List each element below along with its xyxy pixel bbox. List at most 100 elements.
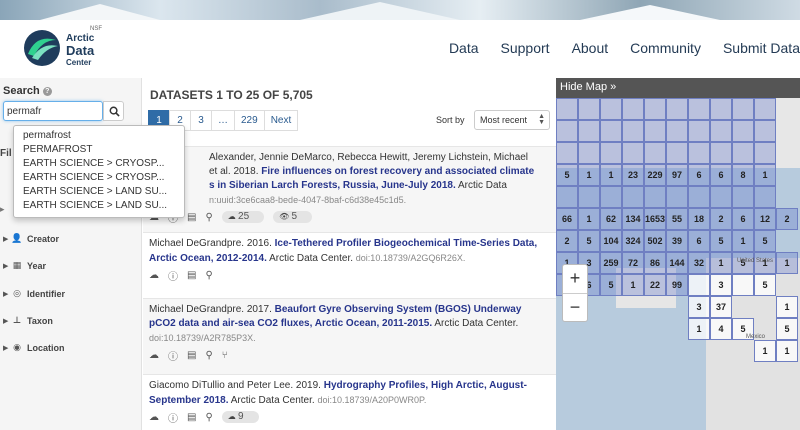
- grid-cell[interactable]: 1: [710, 252, 732, 274]
- grid-cell[interactable]: 3: [688, 296, 710, 318]
- grid-cell[interactable]: 12: [754, 208, 776, 230]
- page-3[interactable]: 3: [190, 110, 212, 131]
- grid-cell[interactable]: 104: [600, 230, 622, 252]
- document-icon[interactable]: ▤: [187, 350, 196, 361]
- result-title-cont[interactable]: s in Siberian Larch Forests, Russia, Jun…: [209, 180, 456, 191]
- grid-cell[interactable]: [732, 120, 754, 142]
- autocomplete-item[interactable]: EARTH SCIENCE > LAND SU...: [14, 199, 184, 213]
- grid-cell[interactable]: [688, 120, 710, 142]
- map-panel[interactable]: Hide Map » 5 1 1 23 229 97 6 6 8 1 66 1 62 134 1653 55 1…: [556, 78, 800, 430]
- page-last[interactable]: 229: [234, 110, 265, 131]
- grid-cell[interactable]: 1653: [644, 208, 666, 230]
- filter-identifier[interactable]: ▶ ◎ Identifier: [3, 288, 65, 299]
- info-icon[interactable]: ⓘ: [168, 268, 178, 283]
- grid-cell[interactable]: [600, 98, 622, 120]
- search-button[interactable]: [103, 101, 124, 121]
- autocomplete-item[interactable]: PERMAFROST: [14, 143, 184, 157]
- nav-community[interactable]: Community: [630, 40, 701, 56]
- grid-cell[interactable]: [556, 186, 578, 208]
- grid-cell[interactable]: [688, 274, 710, 296]
- filter-creator[interactable]: ▶ 👤 Creator: [3, 233, 59, 244]
- filter-year[interactable]: ▶ ▦ Year: [3, 260, 46, 271]
- map-marker-icon[interactable]: ⚲: [205, 212, 212, 223]
- grid-cell[interactable]: [754, 186, 776, 208]
- grid-cell[interactable]: 66: [556, 208, 578, 230]
- document-icon[interactable]: ▤: [187, 412, 196, 423]
- grid-cell[interactable]: [600, 120, 622, 142]
- grid-cell[interactable]: [732, 98, 754, 120]
- grid-cell[interactable]: 1: [622, 274, 644, 296]
- help-icon[interactable]: ?: [42, 87, 52, 96]
- grid-cell[interactable]: [732, 186, 754, 208]
- autocomplete-item[interactable]: EARTH SCIENCE > CRYOSP...: [14, 171, 184, 185]
- grid-cell[interactable]: [710, 120, 732, 142]
- grid-cell[interactable]: 1: [754, 164, 776, 186]
- grid-cell[interactable]: 6: [710, 164, 732, 186]
- grid-cell[interactable]: [754, 98, 776, 120]
- grid-cell[interactable]: 5: [754, 230, 776, 252]
- hide-map-toggle[interactable]: Hide Map »: [556, 78, 800, 98]
- grid-cell[interactable]: 72: [622, 252, 644, 274]
- grid-cell[interactable]: [578, 186, 600, 208]
- grid-cell[interactable]: [754, 142, 776, 164]
- grid-cell[interactable]: 1: [688, 318, 710, 340]
- download-icon[interactable]: ☁: [149, 412, 159, 423]
- grid-cell[interactable]: 324: [622, 230, 644, 252]
- map-marker-icon[interactable]: ⚲: [205, 270, 212, 281]
- grid-cell[interactable]: [688, 98, 710, 120]
- page-next[interactable]: Next: [263, 110, 299, 131]
- grid-cell[interactable]: [710, 98, 732, 120]
- grid-cell[interactable]: [688, 142, 710, 164]
- grid-cell[interactable]: 1: [776, 252, 798, 274]
- grid-cell[interactable]: 5: [776, 318, 798, 340]
- grid-cell[interactable]: [556, 98, 578, 120]
- grid-cell[interactable]: 23: [622, 164, 644, 186]
- grid-cell[interactable]: [556, 142, 578, 164]
- grid-cell[interactable]: [622, 142, 644, 164]
- grid-cell[interactable]: 6: [732, 208, 754, 230]
- grid-cell[interactable]: [600, 186, 622, 208]
- grid-cell[interactable]: [578, 120, 600, 142]
- grid-cell[interactable]: [666, 98, 688, 120]
- grid-cell[interactable]: 259: [600, 252, 622, 274]
- grid-cell[interactable]: 1: [776, 296, 798, 318]
- grid-cell[interactable]: 5: [710, 230, 732, 252]
- grid-cell[interactable]: [600, 142, 622, 164]
- document-icon[interactable]: ▤: [187, 212, 196, 223]
- download-icon[interactable]: ☁: [149, 270, 159, 281]
- arctic-data-center-logo[interactable]: NSF Arctic Data Center: [22, 26, 122, 74]
- search-input[interactable]: [3, 101, 103, 121]
- grid-cell[interactable]: [644, 186, 666, 208]
- grid-cell[interactable]: 1: [754, 340, 776, 362]
- grid-cell[interactable]: [666, 142, 688, 164]
- grid-cell[interactable]: 6: [688, 164, 710, 186]
- grid-cell[interactable]: [732, 274, 754, 296]
- grid-cell[interactable]: [644, 142, 666, 164]
- document-icon[interactable]: ▤: [187, 270, 196, 281]
- grid-cell[interactable]: 5: [754, 274, 776, 296]
- grid-cell[interactable]: [622, 98, 644, 120]
- filter-chevron-partial[interactable]: ▸: [0, 204, 5, 215]
- nav-about[interactable]: About: [572, 40, 609, 56]
- grid-cell[interactable]: [710, 186, 732, 208]
- nav-data[interactable]: Data: [449, 40, 479, 56]
- grid-cell[interactable]: [622, 186, 644, 208]
- provenance-icon[interactable]: ⑂: [222, 350, 228, 361]
- autocomplete-item[interactable]: permafrost: [14, 129, 184, 143]
- map-marker-icon[interactable]: ⚲: [205, 412, 212, 423]
- info-icon[interactable]: ⓘ: [168, 410, 178, 425]
- grid-cell[interactable]: [666, 186, 688, 208]
- grid-cell[interactable]: 5: [578, 230, 600, 252]
- grid-cell[interactable]: 2: [776, 208, 798, 230]
- grid-cell[interactable]: 55: [666, 208, 688, 230]
- grid-cell[interactable]: 1: [578, 208, 600, 230]
- grid-cell[interactable]: [556, 120, 578, 142]
- grid-cell[interactable]: [688, 186, 710, 208]
- grid-cell[interactable]: 62: [600, 208, 622, 230]
- sort-select[interactable]: Most recent ▲ ▼: [474, 110, 550, 130]
- nav-support[interactable]: Support: [501, 40, 550, 56]
- grid-cell[interactable]: 18: [688, 208, 710, 230]
- result-title[interactable]: Fire influences on forest recovery and a…: [261, 166, 534, 177]
- grid-cell[interactable]: 37: [710, 296, 732, 318]
- grid-cell[interactable]: [644, 98, 666, 120]
